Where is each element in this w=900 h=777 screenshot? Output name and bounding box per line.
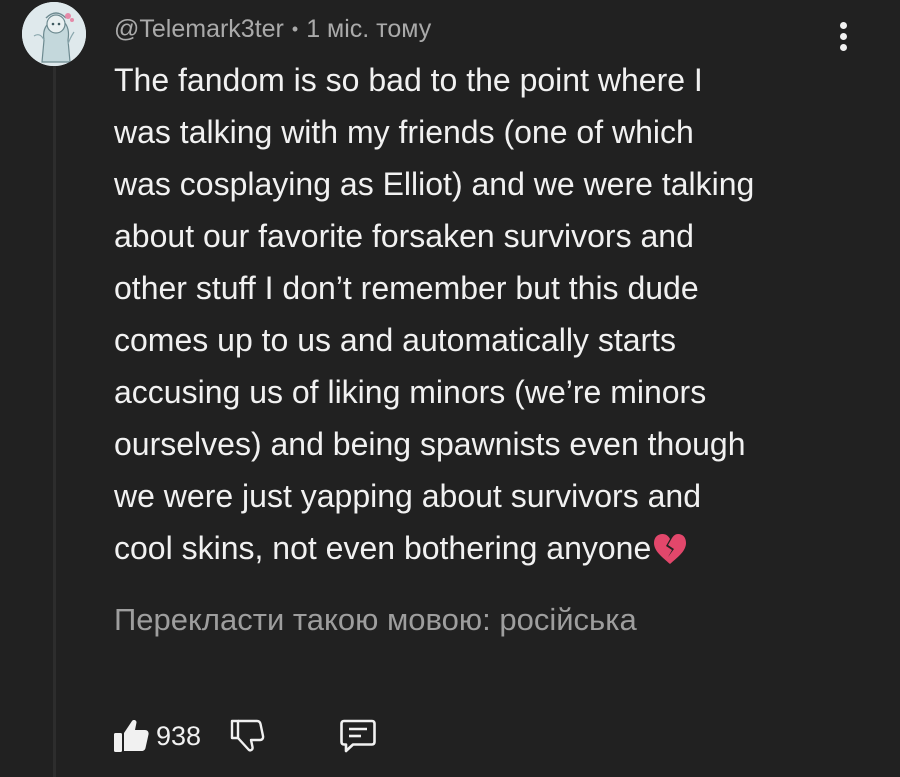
comment-line: was cosplaying as Elliot) and we were ta… — [114, 166, 755, 202]
comment-line: cool skins, not even bothering anyone — [114, 530, 652, 566]
comment-line: comes up to us and automatically starts — [114, 322, 677, 358]
avatar[interactable] — [22, 2, 86, 66]
comment-action-bar: 938 — [112, 708, 377, 764]
avatar-image — [22, 2, 86, 66]
author-name[interactable]: @Telemark3ter — [114, 15, 284, 44]
comment-line: about our favorite forsaken survivors an… — [114, 218, 694, 254]
like-button[interactable]: 938 — [112, 718, 201, 754]
broken-heart-icon — [653, 528, 687, 580]
reply-button[interactable] — [339, 718, 377, 754]
more-vertical-icon-dot — [839, 43, 847, 51]
comment-line: accusing us of liking minors (we’re mino… — [114, 374, 707, 410]
translate-link[interactable]: Перекласти такою мовою: російська — [114, 602, 637, 638]
thread-line — [53, 66, 56, 777]
more-vertical-icon-dot — [839, 32, 847, 40]
comment-text: The fandom is so bad to the point where … — [114, 54, 844, 580]
comment-line: The fandom is so bad to the point where … — [114, 62, 703, 98]
dislike-button[interactable] — [229, 718, 265, 754]
more-options-button[interactable] — [830, 16, 856, 56]
separator-dot: • — [291, 18, 299, 39]
comment-line: we were just yapping about survivors and — [114, 478, 701, 514]
timestamp[interactable]: 1 міс. тому — [306, 15, 431, 44]
thumbs-down-icon — [230, 719, 265, 752]
comment-line: other stuff I don’t remember but this du… — [114, 270, 699, 306]
comment-line: ourselves) and being spawnists even thou… — [114, 426, 746, 462]
comment-icon — [340, 719, 376, 753]
comment-line: was talking with my friends (one of whic… — [114, 114, 694, 150]
comment-header: @Telemark3ter • 1 міс. тому — [114, 12, 431, 46]
more-vertical-icon-dot — [839, 21, 847, 29]
like-count: 938 — [156, 720, 202, 751]
thumbs-up-icon — [114, 720, 149, 752]
